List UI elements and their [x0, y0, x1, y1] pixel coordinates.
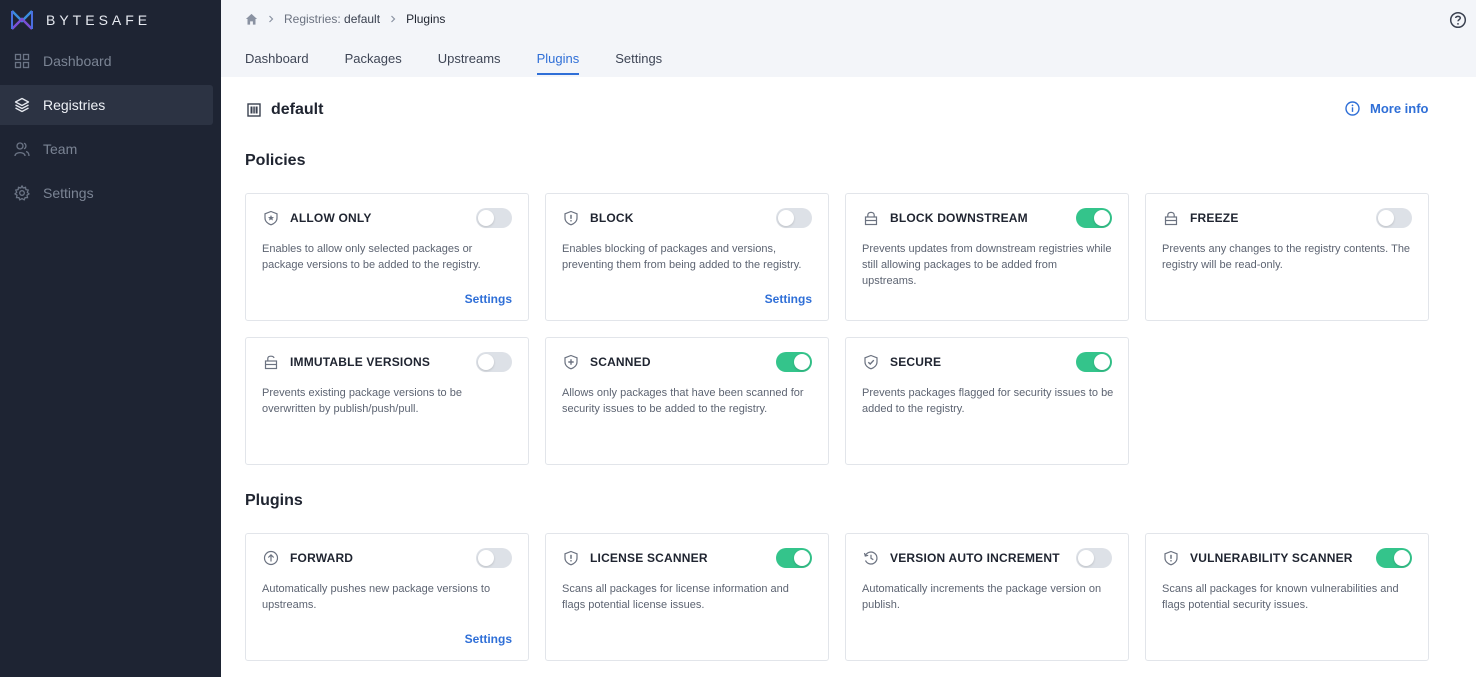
breadcrumb: Registries: default Plugins: [245, 11, 445, 27]
policies-heading: Policies: [245, 152, 306, 169]
forward-settings-link[interactable]: Settings: [465, 632, 512, 646]
shield-alert-icon: [563, 210, 579, 226]
more-info-label: More info: [1370, 101, 1429, 116]
forward-toggle[interactable]: [476, 548, 512, 568]
sidebar-item-settings[interactable]: Settings: [0, 173, 213, 213]
registry-title: default: [247, 101, 323, 119]
grid-icon: [14, 53, 30, 69]
lock-icon: [863, 210, 879, 226]
sidebar-item-label: Registries: [43, 97, 106, 113]
block-settings-link[interactable]: Settings: [765, 292, 812, 306]
card-title: BLOCK DOWNSTREAM: [890, 211, 1028, 225]
breadcrumb-registry-name: default: [344, 12, 381, 26]
help-icon[interactable]: [1449, 11, 1467, 29]
card-description: Prevents existing package versions to be…: [262, 387, 462, 415]
arrow-up-circle-icon: [263, 550, 279, 566]
registry-box-icon: [247, 103, 261, 117]
info-icon: [1345, 101, 1360, 116]
breadcrumb-current: Plugins: [406, 12, 446, 26]
shield-plus-icon: [563, 354, 579, 370]
version-auto-increment-toggle[interactable]: [1076, 548, 1112, 568]
chevron-right-icon: [267, 15, 275, 23]
shield-star-icon: [263, 210, 279, 226]
breadcrumb-registries[interactable]: Registries: default: [284, 12, 380, 26]
policy-card-allow-only: ALLOW ONLY Enables to allow only selecte…: [245, 193, 529, 321]
policy-card-immutable-versions: IMMUTABLE VERSIONS Prevents existing pac…: [245, 337, 529, 465]
card-title: LICENSE SCANNER: [590, 551, 708, 565]
card-description: Automatically increments the package ver…: [862, 583, 1102, 611]
policy-card-secure: SECURE Prevents packages flagged for sec…: [845, 337, 1129, 465]
lock-open-icon: [263, 354, 279, 370]
tab-dashboard[interactable]: Dashboard: [245, 51, 309, 76]
card-title: ALLOW ONLY: [290, 211, 372, 225]
brand-name: BYTESAFE: [46, 12, 152, 28]
bytesafe-logo-icon: [11, 10, 33, 30]
history-icon: [863, 550, 879, 566]
chevron-right-icon: [389, 15, 397, 23]
shield-alert-icon: [1163, 550, 1179, 566]
plugin-card-license-scanner: LICENSE SCANNER Scans all packages for l…: [545, 533, 829, 661]
policy-card-freeze: FREEZE Prevents any changes to the regis…: [1145, 193, 1429, 321]
breadcrumb-registries-label: Registries:: [284, 12, 341, 26]
tab-upstreams[interactable]: Upstreams: [438, 51, 501, 76]
card-title: VULNERABILITY SCANNER: [1190, 551, 1353, 565]
gear-icon: [14, 185, 30, 201]
block-toggle[interactable]: [776, 208, 812, 228]
plugins-heading: Plugins: [245, 492, 303, 509]
registry-name: default: [271, 101, 324, 118]
sidebar: BYTESAFE Dashboard Registries Team Setti…: [0, 0, 221, 677]
sidebar-item-registries[interactable]: Registries: [0, 85, 213, 125]
freeze-toggle[interactable]: [1376, 208, 1412, 228]
plugin-card-forward: FORWARD Automatically pushes new package…: [245, 533, 529, 661]
card-title: SCANNED: [590, 355, 651, 369]
card-title: IMMUTABLE VERSIONS: [290, 355, 431, 369]
tab-bar: Dashboard Packages Upstreams Plugins Set…: [245, 51, 698, 76]
shield-alert-icon: [563, 550, 579, 566]
plugin-card-version-auto-increment: VERSION AUTO INCREMENT Automatically inc…: [845, 533, 1129, 661]
sidebar-item-dashboard[interactable]: Dashboard: [0, 41, 213, 81]
card-description: Prevents any changes to the registry con…: [1162, 243, 1411, 271]
card-description: Prevents updates from downstream registr…: [862, 243, 1112, 287]
top-bar: Registries: default Plugins Dashboard Pa…: [221, 0, 1476, 77]
sidebar-item-label: Settings: [43, 185, 94, 201]
lock-icon: [1163, 210, 1179, 226]
card-title: FREEZE: [1190, 211, 1239, 225]
shield-check-icon: [863, 354, 879, 370]
card-description: Allows only packages that have been scan…: [562, 387, 804, 415]
card-title: SECURE: [890, 355, 942, 369]
card-description: Prevents packages flagged for security i…: [862, 387, 1114, 415]
allow-only-settings-link[interactable]: Settings: [465, 292, 512, 306]
allow-only-toggle[interactable]: [476, 208, 512, 228]
card-description: Enables to allow only selected packages …: [262, 243, 481, 271]
immutable-versions-toggle[interactable]: [476, 352, 512, 372]
card-title: FORWARD: [290, 551, 354, 565]
tab-settings[interactable]: Settings: [615, 51, 662, 76]
policy-card-block: BLOCK Enables blocking of packages and v…: [545, 193, 829, 321]
policy-card-block-downstream: BLOCK DOWNSTREAM Prevents updates from d…: [845, 193, 1129, 321]
policy-card-scanned: SCANNED Allows only packages that have b…: [545, 337, 829, 465]
card-description: Scans all packages for license informati…: [562, 583, 789, 611]
more-info-link[interactable]: More info: [1345, 101, 1429, 116]
plugin-card-vulnerability-scanner: VULNERABILITY SCANNER Scans all packages…: [1145, 533, 1429, 661]
sidebar-item-label: Team: [43, 141, 78, 157]
card-description: Automatically pushes new package version…: [262, 583, 491, 611]
tab-packages[interactable]: Packages: [345, 51, 402, 76]
layers-icon: [14, 97, 30, 113]
brand[interactable]: BYTESAFE: [10, 8, 151, 32]
license-scanner-toggle[interactable]: [776, 548, 812, 568]
tab-plugins[interactable]: Plugins: [536, 51, 579, 76]
scanned-toggle[interactable]: [776, 352, 812, 372]
block-downstream-toggle[interactable]: [1076, 208, 1112, 228]
home-icon[interactable]: [245, 13, 258, 26]
card-title: VERSION AUTO INCREMENT: [890, 551, 1060, 565]
card-description: Enables blocking of packages and version…: [562, 243, 802, 271]
sidebar-item-team[interactable]: Team: [0, 129, 213, 169]
sidebar-item-label: Dashboard: [43, 53, 112, 69]
secure-toggle[interactable]: [1076, 352, 1112, 372]
card-title: BLOCK: [590, 211, 634, 225]
vulnerability-scanner-toggle[interactable]: [1376, 548, 1412, 568]
card-description: Scans all packages for known vulnerabili…: [1162, 583, 1399, 611]
users-icon: [14, 141, 30, 157]
